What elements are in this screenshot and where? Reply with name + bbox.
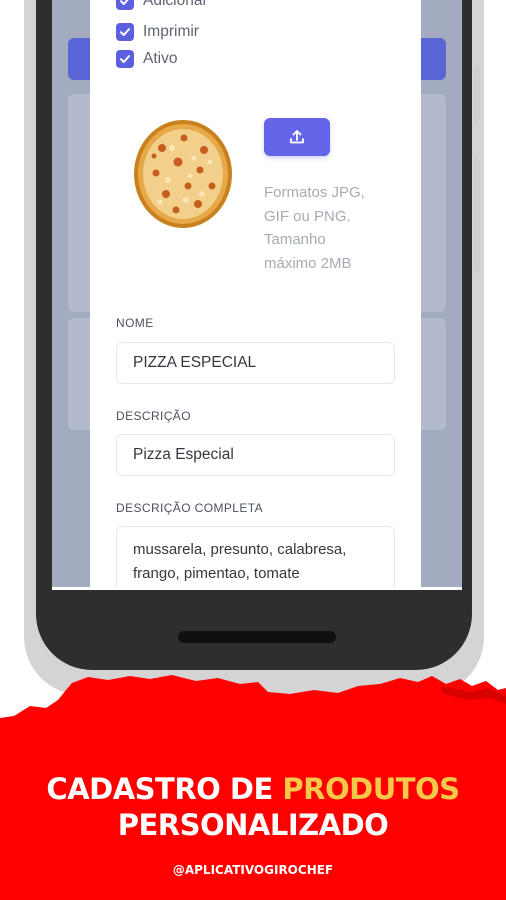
phone-speaker (178, 631, 336, 643)
checkbox-label: Imprimir (143, 23, 199, 40)
nome-input[interactable]: PIZZA ESPECIAL (116, 342, 395, 384)
checkbox-row-ativo[interactable]: Ativo (116, 50, 177, 68)
descricao-input[interactable]: Pizza Especial (116, 434, 395, 476)
banner-title-line1: CADASTRO DE PRODUTOS (46, 772, 460, 806)
phone-side-button (474, 66, 480, 122)
social-handle: @APLICATIVOGIROCHEF (172, 863, 334, 877)
descricao-label: DESCRIÇÃO (116, 409, 191, 423)
imprimir-checkbox[interactable] (116, 23, 134, 41)
check-icon (120, 55, 130, 63)
banner-title-line2: PERSONALIZADO (117, 808, 389, 842)
checkbox-label: Ativo (143, 50, 178, 67)
checkbox-row-adicional[interactable]: Adicional (116, 0, 206, 10)
product-image (134, 120, 232, 228)
check-icon (120, 0, 129, 5)
descricao-completa-label: DESCRIÇÃO COMPLETA (116, 501, 263, 515)
phone-volume-button (474, 158, 480, 272)
checkbox-row-imprimir[interactable]: Imprimir (116, 23, 199, 41)
banner-highlight: PRODUTOS (282, 772, 460, 806)
product-form-modal: Adicional Imprimir Ativo Formatos JPG, G… (90, 0, 421, 587)
descricao-completa-textarea[interactable]: mussarela, presunto, calabresa, frango, … (116, 526, 395, 587)
upload-icon (290, 130, 304, 144)
nome-label: NOME (116, 316, 154, 330)
upload-image-button[interactable] (264, 118, 330, 156)
checkbox-label: Adicional (143, 0, 206, 9)
image-format-hint: Formatos JPG, GIF ou PNG. Tamanho máximo… (264, 184, 365, 272)
phone-screen: Adicional Imprimir Ativo Formatos JPG, G… (52, 0, 462, 590)
ativo-checkbox[interactable] (116, 50, 134, 68)
adicional-checkbox[interactable] (116, 0, 134, 10)
check-icon (120, 28, 130, 36)
